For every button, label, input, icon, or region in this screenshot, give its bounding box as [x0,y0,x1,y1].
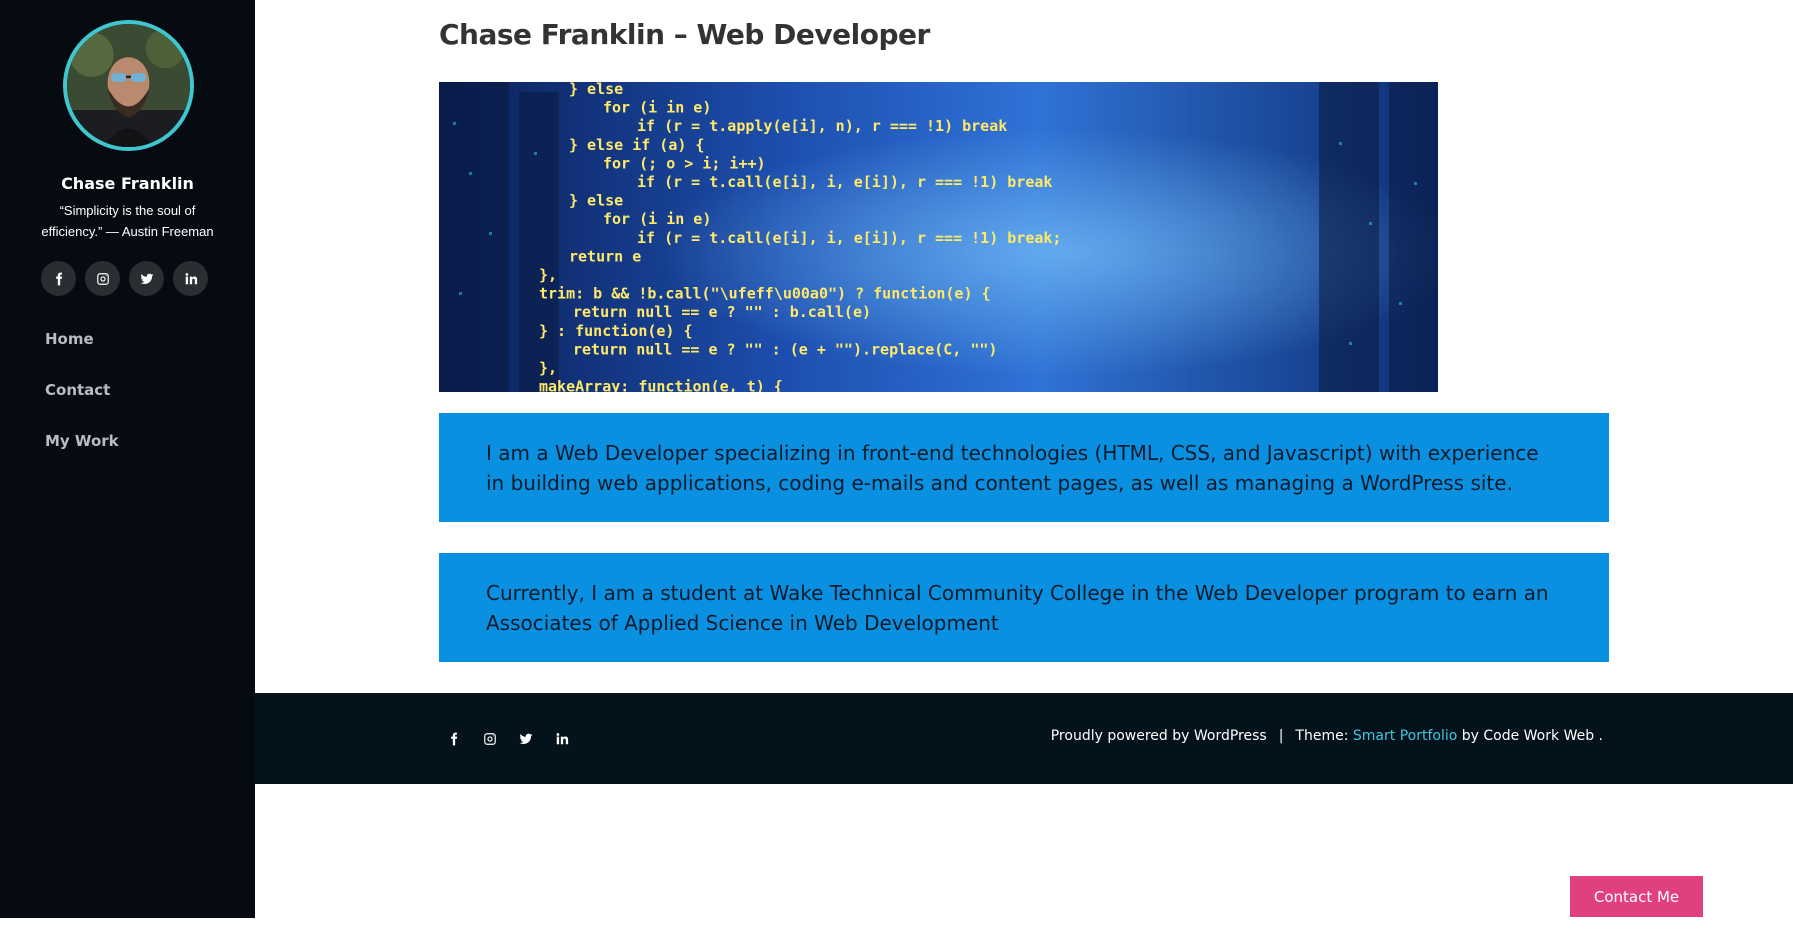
twitter-icon [519,733,533,745]
linkedin-icon [185,272,197,284]
code-line: return null == e ? "" : b.call(e) [573,303,871,321]
code-line: }, [539,266,557,284]
code-line: } else [569,82,623,98]
code-line: return e [569,247,641,265]
code-line: if (r = t.call(e[i], i, e[i]), r === !1)… [637,229,1061,247]
code-line: } : function(e) { [539,322,693,340]
nav-home[interactable]: Home [45,326,119,377]
credits-separator: | [1278,728,1284,744]
twitter-link[interactable] [129,261,164,296]
education-box: Currently, I am a student at Wake Techni… [439,553,1609,662]
theme-prefix: Theme: [1295,728,1349,744]
linkedin-link[interactable] [173,261,208,296]
profile-photo [67,24,190,147]
code-line: if (r = t.apply(e[i], n), r === !1) brea… [637,117,1007,135]
code-line: trim: b && !b.call("\ufeff\u00a0") ? fun… [539,285,991,303]
code-line: } else if (a) { [569,136,704,154]
facebook-icon [451,732,458,746]
code-line: }, [539,359,557,377]
author-quote: “Simplicity is the soul of efficiency.” … [41,203,214,239]
page-title: Chase Franklin – Web Developer [439,18,930,51]
footer-linkedin-link[interactable] [554,731,570,747]
intro-box: I am a Web Developer specializing in fro… [439,413,1609,522]
footer-social-links [446,731,570,747]
sidebar: Chase Franklin “Simplicity is the soul o… [0,0,255,918]
theme-link[interactable]: Smart Portfolio [1353,728,1457,744]
sidebar-social-links [41,261,208,296]
code-line: return null == e ? "" : (e + "").replace… [573,340,997,358]
code-line: if (r = t.call(e[i], i, e[i]), r === !1)… [637,173,1052,191]
code-background-image: } elsefor (i in e)if (r = t.apply(e[i], … [439,82,1438,392]
code-line: } else [569,192,623,210]
nav-contact[interactable]: Contact [45,377,119,428]
instagram-link[interactable] [85,261,120,296]
author-name: Chase Franklin [61,174,194,193]
powered-by-link[interactable]: Proudly powered by WordPress [1051,728,1267,744]
linkedin-icon [556,733,569,745]
facebook-icon [55,272,62,285]
site-footer: Proudly powered by WordPress | Theme: Smar… [255,693,1793,784]
code-line: makeArray: function(e, t) { [539,378,783,392]
code-line: for (i in e) [603,210,711,228]
code-line: for (; o > i; i++) [603,154,766,172]
instagram-icon [484,733,496,745]
footer-credits: Proudly powered by WordPress | Theme: Smar… [1051,728,1603,744]
footer-twitter-link[interactable] [518,731,534,747]
facebook-link[interactable] [41,261,76,296]
hero-image: } else for (i in e) if (r = t.apply(e[i], … [439,82,1438,392]
twitter-icon [140,273,153,284]
footer-instagram-link[interactable] [482,731,498,747]
contact-me-button[interactable]: Contact Me [1570,876,1703,917]
instagram-icon [96,272,109,285]
nav-my-work[interactable]: My Work [45,428,119,479]
sidebar-nav: Home Contact My Work [45,326,119,479]
code-line: for (i in e) [603,99,711,117]
footer-facebook-link[interactable] [446,731,462,747]
theme-author: by Code Work Web . [1461,728,1603,744]
avatar [63,20,194,151]
